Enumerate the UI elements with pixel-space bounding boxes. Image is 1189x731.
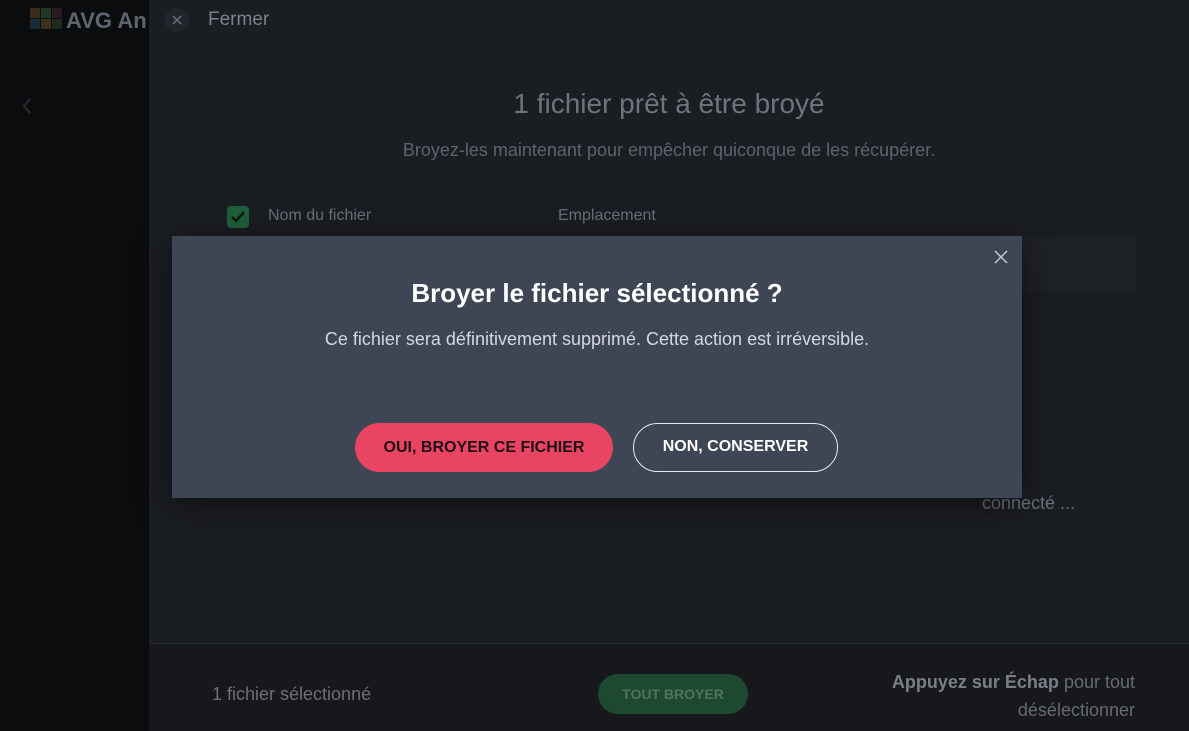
- close-icon: [172, 15, 182, 25]
- select-all-checkbox[interactable]: [227, 206, 249, 228]
- confirm-shred-dialog: Broyer le fichier sélectionné ? Ce fichi…: [172, 236, 1022, 498]
- deselect-hint: Appuyez sur Échap pour tout désélectionn…: [892, 668, 1135, 724]
- shred-all-button[interactable]: TOUT BROYER: [598, 674, 748, 714]
- sidebar: AVG An: [0, 0, 149, 731]
- dialog-title: Broyer le fichier sélectionné ?: [411, 278, 783, 308]
- column-header-name[interactable]: Nom du fichier: [268, 207, 371, 225]
- app-name: AVG An: [66, 8, 147, 33]
- column-header-location[interactable]: Emplacement: [558, 207, 656, 225]
- hint-key: Appuyez sur Échap: [891, 672, 1059, 692]
- confirm-shred-button[interactable]: OUI, BROYER CE FICHIER: [355, 423, 613, 472]
- hint-text-1: pour tout: [1058, 672, 1135, 692]
- hint-text-2: désélectionner: [1017, 700, 1135, 720]
- checkmark-icon: [231, 211, 245, 223]
- cancel-keep-button[interactable]: NON, CONSERVER: [633, 423, 838, 472]
- back-chevron-icon[interactable]: [20, 96, 34, 116]
- dialog-message: Ce fichier sera définitivement supprimé.…: [324, 329, 870, 349]
- page-subtitle: Broyez-les maintenant pour empêcher quic…: [402, 140, 936, 160]
- bottom-bar: 1 fichier sélectionné TOUT BROYER Appuye…: [149, 643, 1189, 731]
- close-label[interactable]: Fermer: [208, 9, 269, 31]
- close-button[interactable]: [165, 8, 189, 32]
- page-title: 1 fichier prêt à être broyé: [513, 88, 825, 119]
- selected-count: 1 fichier sélectionné: [212, 684, 372, 704]
- dialog-close-icon[interactable]: [994, 250, 1008, 264]
- avg-logo-icon: [30, 8, 62, 29]
